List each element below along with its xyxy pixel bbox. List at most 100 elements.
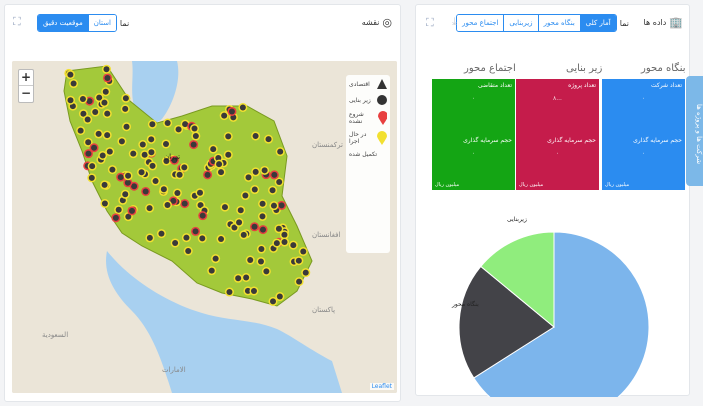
marker-dot bbox=[218, 169, 225, 176]
map-canvas[interactable]: ترکمنستان افغانستان پاکستان تهران السعود… bbox=[12, 61, 397, 393]
marker-dot bbox=[275, 225, 282, 232]
data-tabs-group: اجتماع محور زیربنایی بنگاه محور آمار کلی… bbox=[456, 14, 629, 32]
tab-business[interactable]: بنگاه محور bbox=[537, 15, 580, 31]
marker-dot bbox=[101, 200, 108, 207]
marker-dot bbox=[225, 151, 232, 158]
marker-dot bbox=[251, 223, 258, 230]
expand-icon[interactable]: ⛶ bbox=[426, 16, 434, 30]
marker-dot bbox=[258, 246, 265, 253]
marker-dot bbox=[181, 200, 188, 207]
label-pakistan: پاکستان bbox=[312, 306, 336, 314]
toggle-province[interactable]: استان bbox=[87, 15, 116, 31]
card-community-investment[interactable]: حجم سرمایه گذاری ۰ میلیون ریال bbox=[432, 134, 515, 190]
marker-dot bbox=[245, 174, 252, 181]
marker-dot bbox=[141, 151, 148, 158]
marker-dot bbox=[263, 268, 270, 275]
map-title-text: نقشه bbox=[361, 18, 380, 27]
marker-dot bbox=[122, 105, 129, 112]
pie-label-business: بنگاه محور bbox=[452, 301, 479, 308]
marker-dot bbox=[130, 150, 137, 157]
pie-label-infrastructure: زیربنایی bbox=[507, 216, 527, 223]
heading-community: اجتماع محور bbox=[464, 63, 516, 74]
marker-dot bbox=[118, 138, 125, 145]
marker-dot bbox=[261, 167, 268, 174]
marker-dot bbox=[259, 213, 266, 220]
marker-dot bbox=[123, 123, 130, 130]
marker-dot bbox=[70, 80, 77, 87]
yellow-pin-icon bbox=[377, 131, 387, 145]
marker-dot bbox=[216, 161, 223, 168]
marker-dot bbox=[124, 179, 131, 186]
marker-dot bbox=[77, 127, 84, 134]
marker-dot bbox=[89, 163, 96, 170]
marker-dot bbox=[197, 189, 203, 196]
marker-dot bbox=[240, 231, 247, 238]
marker-dot bbox=[270, 202, 277, 209]
map-view-toggle-group: موقعیت دقیق استان نما bbox=[37, 14, 129, 32]
marker-dot bbox=[191, 125, 198, 132]
side-tab-companies-projects[interactable]: شرکت ها و پروژه ها bbox=[686, 76, 703, 186]
marker-dot bbox=[276, 293, 283, 300]
heading-business: بنگاه محور bbox=[641, 63, 686, 74]
marker-dot bbox=[251, 186, 258, 193]
leaflet-attribution[interactable]: Leaflet bbox=[369, 383, 394, 390]
marker-dot bbox=[99, 152, 106, 159]
marker-dot bbox=[276, 178, 283, 185]
marker-dot bbox=[88, 174, 95, 181]
marker-dot bbox=[235, 275, 242, 282]
card-infrastructure-count[interactable]: تعداد پروژه ۸... bbox=[516, 79, 599, 135]
zoom-out-button[interactable]: − bbox=[19, 86, 33, 102]
marker-dot bbox=[149, 121, 156, 128]
marker-dot bbox=[85, 150, 92, 157]
marker-dot bbox=[117, 174, 124, 181]
expand-icon[interactable]: ⛶ bbox=[13, 15, 21, 29]
zoom-control: + − bbox=[18, 69, 34, 103]
marker-dot bbox=[302, 269, 309, 276]
marker-dot bbox=[199, 212, 206, 219]
marker-dot bbox=[252, 168, 259, 175]
download-icon[interactable]: ⤓ bbox=[452, 15, 457, 29]
heading-infrastructure: زیر بنایی bbox=[566, 63, 603, 74]
marker-dot bbox=[259, 226, 266, 233]
card-business-investment[interactable]: حجم سرمایه گذاری ۰ میلیون ریال bbox=[602, 134, 685, 190]
marker-dot bbox=[95, 130, 102, 137]
marker-dot bbox=[158, 230, 165, 237]
marker-dot bbox=[218, 236, 225, 243]
marker-dot bbox=[259, 200, 266, 207]
marker-dot bbox=[190, 141, 197, 148]
marker-dot bbox=[160, 186, 167, 193]
legend-item-in-progress: در حال اجرا bbox=[349, 131, 387, 145]
legend-item-infrastructure: زیر بنایی bbox=[349, 95, 387, 105]
marker-dot bbox=[247, 257, 254, 264]
marker-dot bbox=[164, 201, 171, 208]
tab-infrastructure[interactable]: زیربنایی bbox=[503, 15, 538, 31]
marker-dot bbox=[208, 267, 215, 274]
marker-dot bbox=[109, 166, 116, 173]
marker-dot bbox=[67, 71, 74, 78]
marker-dot bbox=[148, 149, 155, 156]
card-community-count[interactable]: تعداد متقاضی ۰ bbox=[432, 79, 515, 135]
marker-dot bbox=[142, 188, 149, 195]
circle-icon bbox=[377, 95, 387, 105]
marker-dot bbox=[149, 162, 156, 169]
marker-dot bbox=[269, 187, 276, 194]
marker-dot bbox=[271, 171, 278, 178]
tab-overview[interactable]: آمار کلی bbox=[579, 15, 616, 31]
marker-dot bbox=[236, 219, 243, 226]
card-infrastructure-investment[interactable]: حجم سرمایه گذاری ۰ میلیون ریال bbox=[516, 134, 599, 190]
label-turkmenistan: ترکمنستان bbox=[312, 141, 343, 149]
tab-community[interactable]: اجتماع محور bbox=[457, 15, 504, 31]
marker-dot bbox=[101, 181, 108, 188]
card-business-count[interactable]: تعداد شرکت ۰ bbox=[602, 79, 685, 135]
toggle-exact-location[interactable]: موقعیت دقیق bbox=[38, 15, 88, 31]
marker-dot bbox=[273, 240, 280, 247]
marker-dot bbox=[183, 234, 190, 241]
triangle-icon bbox=[377, 79, 387, 89]
marker-dot bbox=[129, 207, 136, 214]
marker-dot bbox=[85, 139, 92, 146]
data-tabs: اجتماع محور زیربنایی بنگاه محور آمار کلی bbox=[456, 14, 617, 32]
marker-dot bbox=[257, 258, 264, 265]
marker-dot bbox=[239, 104, 246, 111]
zoom-in-button[interactable]: + bbox=[19, 70, 33, 86]
marker-dot bbox=[300, 248, 307, 255]
